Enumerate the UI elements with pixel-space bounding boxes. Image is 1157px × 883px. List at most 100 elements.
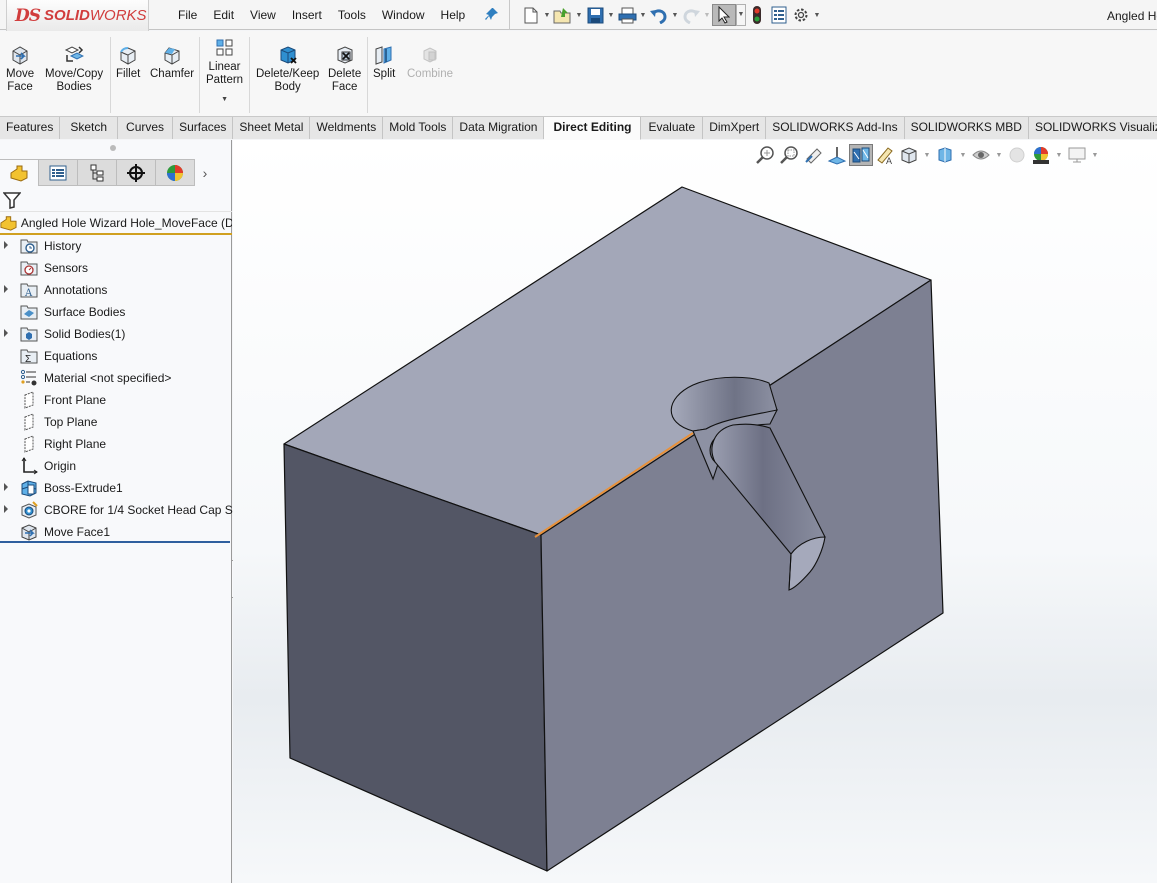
save-dropdown[interactable]: ▼ [606,12,616,19]
menu-window[interactable]: Window [374,7,433,23]
move-copy-bodies-button[interactable]: Move/Copy Bodies [45,45,103,94]
print-icon[interactable] [616,5,638,25]
expand-arrow-icon[interactable] [4,285,8,293]
feature-tree: History Sensors A Annotations Surface Bo… [0,235,243,543]
tab-data-migration[interactable]: Data Migration [453,117,545,139]
file-properties-icon[interactable] [768,5,790,25]
move-face-button[interactable]: Move Face [6,45,34,94]
linear-pattern-button[interactable]: Linear Pattern ▼ [206,38,243,106]
displaymanager-tab[interactable] [156,159,195,186]
tree-node-move-face1[interactable]: Move Face1 [0,521,232,543]
part-icon [0,216,17,231]
options-dropdown[interactable]: ▼ [812,12,822,19]
hole-wizard-icon [21,501,38,519]
separator [249,37,250,113]
menu-edit[interactable]: Edit [205,7,242,23]
combine-button: Combine [407,45,453,81]
split-button[interactable]: Split [373,45,395,81]
delete-face-label: Delete [328,68,362,80]
pin-menu-icon[interactable] [485,7,499,21]
tree-node-material[interactable]: Material <not specified> [0,367,232,389]
open-dropdown[interactable]: ▼ [574,12,584,19]
tree-root-part[interactable]: Angled Hole Wizard Hole_MoveFace (D [0,213,232,235]
solidworks-logo[interactable]: DS SOLIDWORKS [6,0,149,32]
tab-evaluate[interactable]: Evaluate [641,117,704,139]
tree-node-label: Surface Bodies [44,305,126,319]
plane-icon [24,391,34,409]
save-icon[interactable] [584,5,606,25]
tab-features[interactable]: Features [0,117,61,139]
tab-surfaces[interactable]: Surfaces [173,117,234,139]
tab-sketch[interactable]: Sketch [60,117,119,139]
tree-node-label: Material <not specified> [44,371,172,385]
tree-node-label: Front Plane [44,393,107,407]
graphics-area[interactable]: A ▼ ▼ ▼ ▼ ▼ [233,140,1157,883]
expand-arrow-icon[interactable] [4,329,8,337]
tab-sheet-metal[interactable]: Sheet Metal [233,117,311,139]
menu-file[interactable]: File [170,7,205,23]
move-copy-bodies-icon [64,46,85,62]
tree-node-label: Annotations [44,283,108,297]
tree-node-equations[interactable]: Σ Equations [0,345,232,367]
tab-solidworks-visualize[interactable]: SOLIDWORKS Visualize [1028,117,1157,139]
select-icon[interactable] [712,4,736,26]
tab-weldments[interactable]: Weldments [310,117,384,139]
print-dropdown[interactable]: ▼ [638,12,648,19]
tab-curves[interactable]: Curves [118,117,174,139]
rebuild-icon[interactable] [746,5,768,25]
tree-node-boss-extrude1[interactable]: Boss-Extrude1 [0,477,232,499]
delete-keep-body-button[interactable]: Delete/Keep Body [256,45,319,94]
chamfer-button[interactable]: Chamfer [150,45,194,81]
undo-dropdown[interactable]: ▼ [670,12,680,19]
tab-solidworks-mbd[interactable]: SOLIDWORKS MBD [904,117,1029,139]
ds-logo-mark: DS [15,5,41,26]
expand-arrow-icon[interactable] [4,505,8,513]
new-document-icon[interactable] [520,5,542,25]
featuremanager-tree-tab[interactable] [0,159,39,186]
undo-icon[interactable] [648,5,670,25]
open-icon[interactable] [552,5,574,25]
menu-insert[interactable]: Insert [284,7,330,23]
command-manager-tabs: Features Sketch Curves Surfaces Sheet Me… [0,116,1157,140]
tree-node-history[interactable]: History [0,235,232,257]
tree-node-front-plane[interactable]: Front Plane [0,389,232,411]
new-dropdown[interactable]: ▼ [542,12,552,19]
filter-icon[interactable] [3,191,21,209]
delete-keep-body-label: Delete/Keep [256,68,320,80]
tree-node-right-plane[interactable]: Right Plane [0,433,232,455]
tree-node-sensors[interactable]: Sensors [0,257,232,279]
menu-tools[interactable]: Tools [330,7,374,23]
tree-node-top-plane[interactable]: Top Plane [0,411,232,433]
options-icon[interactable] [790,5,812,25]
menu-help[interactable]: Help [433,7,474,23]
panel-grip[interactable] [110,145,116,151]
rollback-bar[interactable] [0,541,230,543]
tree-node-label: Equations [44,349,98,363]
tree-node-label: Top Plane [44,415,98,429]
tab-solidworks-add-ins[interactable]: SOLIDWORKS Add-Ins [766,117,905,139]
menu-view[interactable]: View [242,7,284,23]
more-tabs-arrow-icon[interactable]: › [195,159,215,186]
select-dropdown[interactable]: ▼ [736,4,746,26]
move-face-label-2: Face [7,81,33,93]
tree-node-annotations[interactable]: A Annotations [0,279,232,301]
tab-direct-editing[interactable]: Direct Editing [544,117,642,140]
linear-pattern-dropdown[interactable]: ▼ [221,93,228,106]
fillet-button[interactable]: Fillet [116,45,140,81]
propertymanager-tab[interactable] [39,159,78,186]
combine-label: Combine [407,68,454,80]
expand-arrow-icon[interactable] [4,483,8,491]
tree-node-solid-bodies[interactable]: Solid Bodies(1) [0,323,232,345]
3d-model-view[interactable] [233,140,1157,883]
sensors-folder-icon [20,261,38,276]
plane-icon [24,435,34,453]
tree-node-origin[interactable]: Origin [0,455,232,477]
configurationmanager-tab[interactable] [78,159,117,186]
tab-mold-tools[interactable]: Mold Tools [383,117,454,139]
dimxpertmanager-tab[interactable] [117,159,156,186]
expand-arrow-icon[interactable] [4,241,8,249]
tree-node-surface-bodies[interactable]: Surface Bodies [0,301,232,323]
delete-face-button[interactable]: Delete Face [328,45,361,94]
tree-node-cbore-hole[interactable]: CBORE for 1/4 Socket Head Cap Scr [0,499,243,521]
tab-dimxpert[interactable]: DimXpert [703,117,767,139]
